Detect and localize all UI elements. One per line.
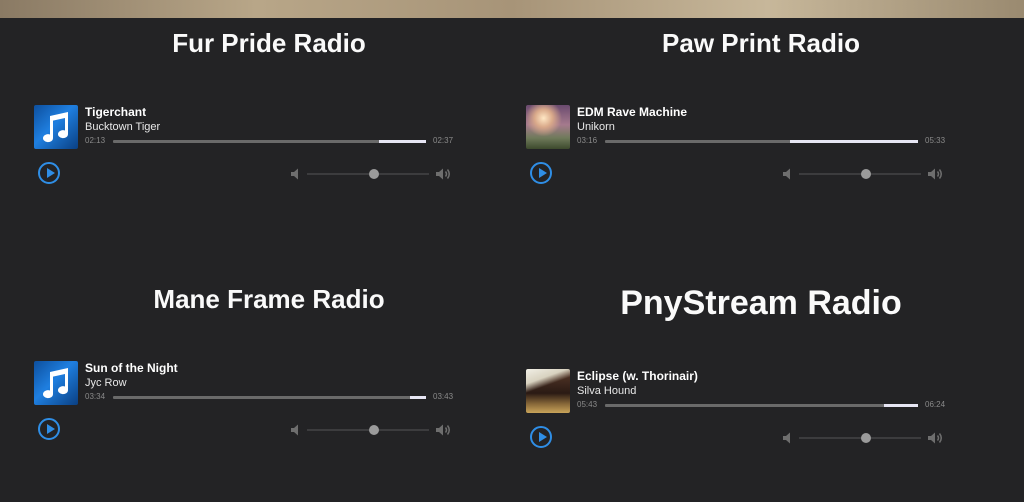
station-title: Paw Print Radio — [662, 28, 860, 58]
duration: 05:33 — [925, 136, 946, 145]
music-note-icon — [34, 361, 78, 405]
play-button[interactable] — [530, 426, 552, 448]
volume-max-icon[interactable] — [927, 167, 945, 181]
progress-fill — [410, 396, 426, 399]
volume-mute-icon[interactable] — [290, 423, 302, 437]
track-artist: Jyc Row — [85, 377, 127, 389]
volume-slider[interactable] — [307, 169, 429, 179]
play-button[interactable] — [38, 418, 60, 440]
music-note-icon — [34, 105, 78, 149]
duration: 02:37 — [433, 136, 454, 145]
progress-fill — [379, 140, 426, 143]
current-time: 03:16 — [577, 136, 598, 145]
station-panel-mane-frame: Mane Frame Radio Sun of the Night Jyc Ro… — [34, 284, 504, 440]
header-banner-image — [0, 0, 1024, 18]
current-time: 02:13 — [85, 136, 106, 145]
volume-max-icon[interactable] — [927, 431, 945, 445]
track-title: EDM Rave Machine — [577, 105, 688, 119]
track-title: Sun of the Night — [85, 361, 178, 375]
duration: 03:43 — [433, 392, 454, 401]
volume-knob[interactable] — [369, 169, 380, 179]
station-panel-paw-print: Paw Print Radio EDM Rave Machine Unikorn… — [526, 28, 996, 184]
volume-slider[interactable] — [307, 425, 429, 435]
volume-mute-icon[interactable] — [290, 167, 302, 181]
album-art — [526, 105, 570, 149]
volume-mute-icon[interactable] — [782, 431, 794, 445]
volume-slider[interactable] — [799, 169, 921, 179]
track-artist: Silva Hound — [577, 385, 637, 397]
station-title: Mane Frame Radio — [153, 284, 385, 314]
progress-bar[interactable] — [113, 140, 426, 143]
progress-bar[interactable] — [113, 396, 426, 399]
play-button[interactable] — [38, 162, 60, 184]
play-icon — [47, 424, 55, 434]
volume-max-icon[interactable] — [435, 423, 453, 437]
station-panel-pnystream: PnyStream Radio Eclipse (w. Thorinair) S… — [526, 284, 996, 448]
track-artist: Bucktown Tiger — [85, 121, 161, 133]
current-time: 05:43 — [577, 400, 598, 409]
play-button[interactable] — [530, 162, 552, 184]
play-icon — [47, 168, 55, 178]
progress-bar[interactable] — [605, 404, 918, 407]
play-icon — [539, 168, 547, 178]
station-title: PnyStream Radio — [620, 284, 902, 322]
duration: 06:24 — [925, 400, 946, 409]
track-title: Tigerchant — [85, 105, 147, 119]
album-art — [526, 369, 570, 413]
volume-knob[interactable] — [369, 425, 380, 435]
progress-fill — [789, 140, 918, 143]
volume-slider[interactable] — [799, 433, 921, 443]
progress-fill — [883, 404, 918, 407]
progress-bar[interactable] — [605, 140, 918, 143]
volume-max-icon[interactable] — [435, 167, 453, 181]
volume-knob[interactable] — [861, 169, 872, 179]
track-title: Eclipse (w. Thorinair) — [577, 369, 698, 383]
current-time: 03:34 — [85, 392, 106, 401]
play-icon — [539, 432, 547, 442]
station-title: Fur Pride Radio — [172, 28, 366, 58]
track-artist: Unikorn — [577, 121, 615, 133]
volume-mute-icon[interactable] — [782, 167, 794, 181]
volume-knob[interactable] — [861, 433, 872, 443]
station-panel-fur-pride: Fur Pride Radio Tigerchant Bucktown Tige… — [34, 28, 504, 184]
